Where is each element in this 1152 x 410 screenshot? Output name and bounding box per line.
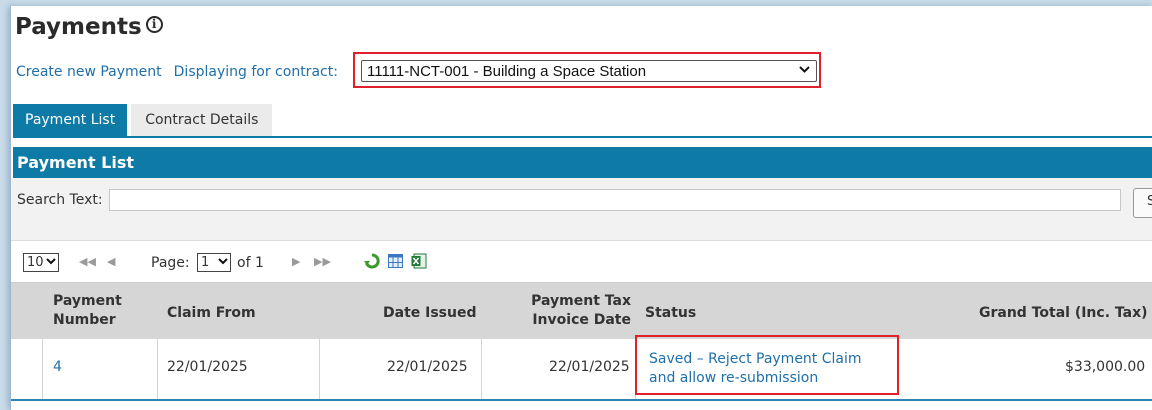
last-page-icon[interactable]: ▶▶ xyxy=(314,255,331,268)
displaying-for-contract-label: Displaying for contract: xyxy=(173,64,338,80)
cell-grand-total: $33,000.00 xyxy=(1065,359,1146,375)
next-page-icon[interactable]: ▶ xyxy=(292,255,300,268)
cell-tax-invoice-date: 22/01/2025 xyxy=(549,359,630,375)
header-status[interactable]: Status xyxy=(645,304,696,323)
title-row: Payments i xyxy=(15,12,163,42)
page-size-value: 10 xyxy=(27,255,44,270)
cell-payment-number[interactable]: 4 xyxy=(53,359,62,375)
table-row[interactable]: 4 22/01/2025 22/01/2025 22/01/2025 Saved… xyxy=(11,339,1152,401)
cell-divider xyxy=(42,339,43,399)
cell-date-issued: 22/01/2025 xyxy=(387,359,468,375)
header-payment-number-line2: Number xyxy=(53,312,116,328)
cell-claim-from: 22/01/2025 xyxy=(167,359,248,375)
header-grand-total[interactable]: Grand Total (Inc. Tax) xyxy=(979,304,1148,323)
page-count-label: of 1 xyxy=(237,255,264,271)
header-payment-number-line1: Payment xyxy=(53,293,122,309)
search-button[interactable]: S xyxy=(1133,188,1152,218)
tab-underline xyxy=(13,136,1152,138)
table-header: Payment Number Claim From Date Issued Pa… xyxy=(11,282,1152,340)
info-icon[interactable]: i xyxy=(145,15,163,33)
header-tax-invoice-date[interactable]: Payment Tax Invoice Date xyxy=(523,292,631,330)
header-tax-invoice-date-line1: Payment Tax xyxy=(531,293,631,309)
tab-payment-list[interactable]: Payment List xyxy=(13,104,128,136)
tab-contract-details[interactable]: Contract Details xyxy=(131,104,273,136)
header-claim-from[interactable]: Claim From xyxy=(167,304,256,323)
chevron-down-icon xyxy=(218,254,228,271)
app-frame: Payments i Create new Payment Displaying… xyxy=(10,6,1152,410)
header-payment-number[interactable]: Payment Number xyxy=(53,292,122,330)
first-page-icon[interactable]: ◀◀ xyxy=(79,255,96,268)
page-label: Page: xyxy=(151,255,190,271)
header-date-issued[interactable]: Date Issued xyxy=(383,304,477,323)
page-size-select[interactable]: 10 xyxy=(23,253,59,272)
excel-export-icon[interactable] xyxy=(411,253,427,269)
payment-list-panel-header: Payment List xyxy=(13,147,1152,178)
page-number-select[interactable]: 1 xyxy=(197,253,231,272)
cell-divider xyxy=(481,339,482,399)
page-number-value: 1 xyxy=(201,255,210,270)
prev-page-icon[interactable]: ◀ xyxy=(107,255,115,268)
search-input[interactable] xyxy=(109,189,1121,211)
refresh-icon[interactable] xyxy=(364,253,380,269)
tab-bar: Payment List Contract Details xyxy=(13,104,273,136)
pager-bar: 10 ◀◀ ◀ Page: 1 of 1 ▶ ▶▶ xyxy=(11,240,1152,283)
contract-bar: Create new Payment Displaying for contra… xyxy=(16,62,338,82)
page-title: Payments xyxy=(15,14,142,40)
search-row: Search Text: S xyxy=(11,178,1152,240)
header-tax-invoice-date-line2: Invoice Date xyxy=(532,312,631,328)
search-label: Search Text: xyxy=(17,192,103,208)
create-payment-link[interactable]: Create new Payment xyxy=(16,64,162,80)
cell-divider xyxy=(157,339,158,399)
status-highlight-box xyxy=(635,335,899,395)
chevron-down-icon xyxy=(46,254,56,271)
cell-divider xyxy=(319,339,320,399)
contract-highlight-box xyxy=(353,52,821,88)
columns-grid-icon[interactable] xyxy=(388,254,403,268)
